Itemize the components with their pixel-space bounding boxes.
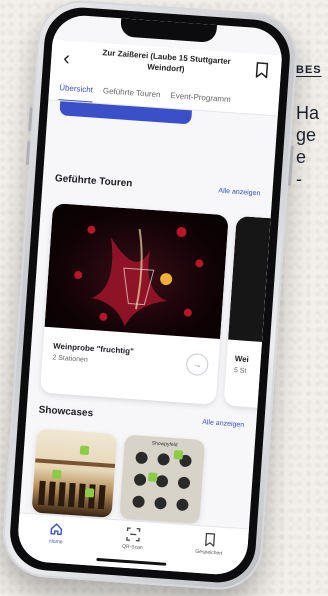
marker-icon[interactable] — [147, 472, 158, 482]
phone-frame: ‹ Zur Zaißerei (Laube 15 Stuttgarter Wei… — [0, 0, 300, 593]
tour-open-button[interactable]: → — [185, 352, 210, 377]
showcases-section-header: Showcases Alle anzeigen — [38, 405, 244, 430]
phone-bezel: ‹ Zur Zaißerei (Laube 15 Stuttgarter Wei… — [7, 5, 293, 585]
bookmark-icon[interactable] — [254, 62, 269, 79]
phone-mockup: ‹ Zur Zaißerei (Laube 15 Stuttgarter Wei… — [0, 0, 328, 596]
tour-name: Wei — [234, 354, 250, 365]
page-title: Zur Zaißerei (Laube 15 Stuttgarter Weind… — [102, 48, 232, 74]
nav-saved[interactable]: Gespeichert — [179, 531, 240, 558]
app-screen: ‹ Zur Zaißerei (Laube 15 Stuttgarter Wei… — [16, 13, 284, 577]
showcases-see-all-link[interactable]: Alle anzeigen — [202, 419, 244, 429]
tab-gefuehrte-touren[interactable]: Geführte Touren — [102, 81, 161, 107]
marker-icon[interactable] — [51, 469, 62, 480]
volume-down-button — [25, 141, 31, 166]
tour-stations: 2 Stationen — [52, 354, 88, 364]
wine-splash-image — [74, 225, 204, 327]
power-button — [287, 145, 294, 186]
tour-card[interactable]: Weinprobe "fruchtig" 2 Stationen → — [39, 203, 229, 405]
tour-stations: 5 St — [233, 367, 247, 375]
marker-icon[interactable] — [79, 445, 90, 456]
tours-see-all-link[interactable]: Alle anzeigen — [218, 188, 260, 198]
tab-uebersicht[interactable]: Übersicht — [58, 78, 93, 102]
bottle-shelf-image — [35, 458, 116, 510]
marker-icon[interactable] — [84, 487, 95, 498]
home-icon — [50, 523, 63, 536]
nav-qr-scan[interactable]: QR-Scan — [102, 525, 163, 552]
nav-home-label: Home — [49, 538, 63, 546]
home-indicator — [96, 557, 167, 566]
chevron-right-icon: → — [192, 359, 203, 370]
tour-image — [228, 215, 278, 346]
tour-name: Weinprobe "fruchtig" — [52, 341, 135, 356]
marker-icon[interactable] — [173, 450, 184, 460]
showcase-card[interactable] — [31, 428, 118, 518]
back-arrow-icon[interactable]: ‹ — [63, 47, 71, 69]
nav-qr-scan-label: QR-Scan — [121, 543, 143, 552]
tab-event-programm[interactable]: Event-Programm — [170, 86, 232, 112]
showcase-card[interactable]: Showpyfeld — [119, 434, 206, 524]
nav-saved-label: Gespeichert — [195, 548, 223, 557]
volume-up-button — [28, 107, 33, 132]
tours-section-title: Geführte Touren — [54, 173, 133, 190]
tour-card[interactable]: Wei 5 St — [223, 215, 278, 411]
phone-notch — [119, 18, 217, 43]
showcases-section-title: Showcases — [38, 404, 94, 420]
tours-section-header: Geführte Touren Alle anzeigen — [55, 173, 261, 198]
tour-image — [44, 203, 229, 339]
qr-scan-icon — [126, 527, 141, 542]
bookmark-icon — [204, 532, 215, 547]
main-content[interactable]: Geführte Touren Alle anzeigen Weinprobe … — [20, 100, 278, 528]
nav-home[interactable]: Home — [26, 520, 87, 547]
